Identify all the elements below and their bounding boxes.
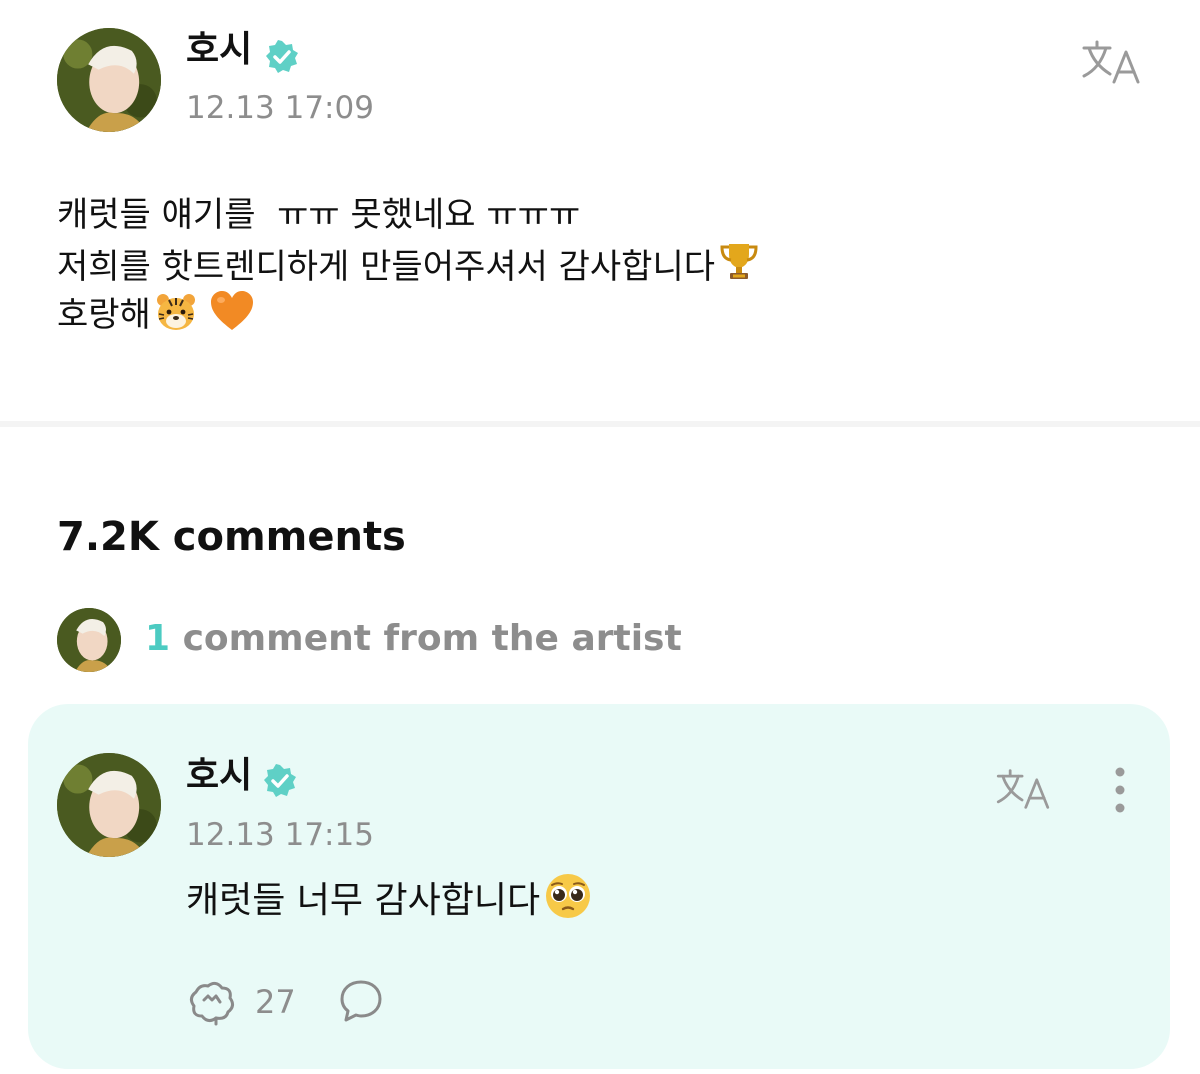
translate-icon[interactable]: [994, 767, 1052, 811]
comment-count: 7.2K comments: [57, 514, 406, 560]
section-divider: [0, 421, 1200, 427]
post-line: 저희를 핫트렌디하게 만들어주셔서 감사합니다: [57, 240, 1137, 290]
translate-icon[interactable]: [1080, 38, 1142, 86]
trophy-icon: [720, 244, 758, 279]
orange-heart-icon: [210, 291, 253, 330]
post-screen: 호시 12.13 17:09 캐럿들 얘기를 ㅠㅠ 못했네요 ㅠㅠㅠ 저희를 핫…: [0, 0, 1200, 1074]
reaction-icon[interactable]: [186, 978, 238, 1026]
pleading-face-icon: [546, 874, 591, 918]
comment-author-avatar[interactable]: [57, 753, 161, 857]
comment-text: 캐럿들 너무 감사합니다: [186, 872, 592, 929]
artist-comments-link[interactable]: 1 comment from the artist: [145, 617, 682, 661]
more-options-icon[interactable]: [1108, 766, 1132, 814]
verified-badge-icon: [266, 40, 298, 73]
author-avatar[interactable]: [57, 28, 161, 132]
post-body: 캐럿들 얘기를 ㅠㅠ 못했네요 ㅠㅠㅠ 저희를 핫트렌디하게 만들어주셔서 감사…: [57, 190, 1137, 340]
artist-comment-count: 1: [145, 618, 171, 659]
reaction-count: 27: [255, 983, 296, 1021]
post-line: 캐럿들 얘기를 ㅠㅠ 못했네요 ㅠㅠㅠ: [57, 195, 581, 235]
post-line: 호랑해: [57, 290, 1137, 340]
artist-avatar[interactable]: [57, 608, 121, 672]
post-timestamp: 12.13 17:09: [186, 90, 374, 126]
tiger-face-icon: [156, 294, 195, 330]
verified-badge-icon: [264, 764, 296, 797]
reply-bubble-icon[interactable]: [338, 978, 384, 1024]
author-name[interactable]: 호시: [186, 28, 252, 72]
comment-author-name[interactable]: 호시: [186, 754, 252, 798]
artist-comment-label: comment from the artist: [170, 618, 682, 659]
comment-timestamp: 12.13 17:15: [186, 817, 374, 853]
